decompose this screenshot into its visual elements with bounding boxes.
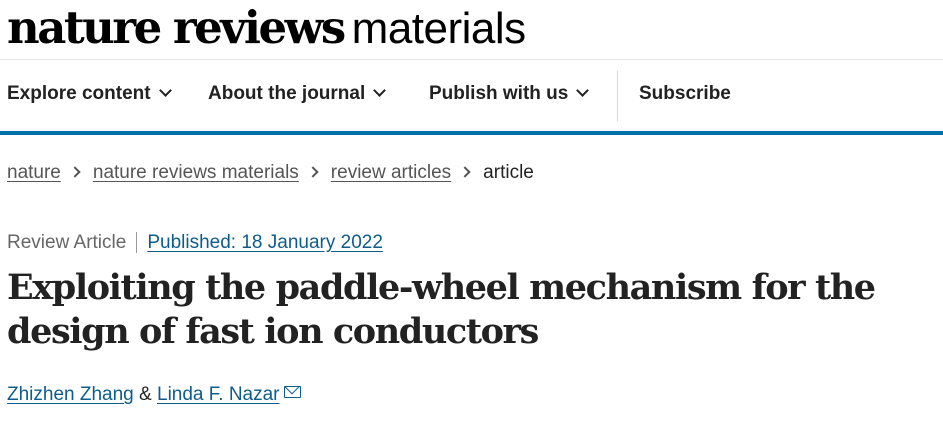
breadcrumb-link-nature[interactable]: nature — [7, 162, 61, 183]
article-title: Exploiting the paddle-wheel mechanism fo… — [7, 267, 876, 352]
author-joiner: & — [139, 384, 152, 405]
breadcrumb-link-nature-reviews-materials[interactable]: nature reviews materials — [93, 162, 299, 183]
article-type: Review Article — [7, 232, 138, 253]
chevron-down-icon — [576, 84, 590, 97]
nav-explore-content-label: Explore content — [7, 83, 151, 104]
breadcrumb-current: article — [483, 162, 534, 183]
author-link-linda-nazar[interactable]: Linda F. Nazar — [157, 384, 280, 405]
chevron-right-icon — [69, 166, 81, 178]
nav-about-the-journal-label: About the journal — [208, 83, 366, 104]
chevron-down-icon — [373, 84, 387, 97]
logo-bold-text: nature reviews — [7, 1, 346, 54]
chevron-right-icon — [307, 166, 319, 178]
nav-divider — [617, 71, 618, 121]
breadcrumb-link-review-articles[interactable]: review articles — [331, 162, 451, 183]
masthead: nature reviews materials — [0, 0, 943, 60]
nav-explore-content[interactable]: Explore content — [7, 83, 172, 105]
mail-icon[interactable] — [283, 386, 301, 398]
chevron-right-icon — [459, 166, 471, 178]
nav-publish-with-us-label: Publish with us — [429, 83, 569, 104]
nav-subscribe[interactable]: Subscribe — [639, 83, 731, 105]
nav-publish-with-us[interactable]: Publish with us — [429, 83, 590, 105]
chevron-down-icon — [158, 84, 172, 97]
published-date-link[interactable]: Published: 18 January 2022 — [147, 232, 383, 253]
logo-light-text: materials — [351, 4, 527, 53]
article-meta: Review Article Published: 18 January 2022 — [7, 232, 383, 254]
breadcrumb: nature nature reviews materials review art… — [7, 162, 534, 184]
journal-logo[interactable]: nature reviews materials — [7, 2, 526, 55]
author-link-zhizhen-zhang[interactable]: Zhizhen Zhang — [7, 384, 134, 405]
author-list: Zhizhen Zhang & Linda F. Nazar — [7, 384, 301, 406]
main-navigation: Explore content About the journal Publis… — [0, 61, 943, 135]
nav-about-the-journal[interactable]: About the journal — [208, 83, 387, 105]
nav-subscribe-label: Subscribe — [639, 83, 731, 104]
